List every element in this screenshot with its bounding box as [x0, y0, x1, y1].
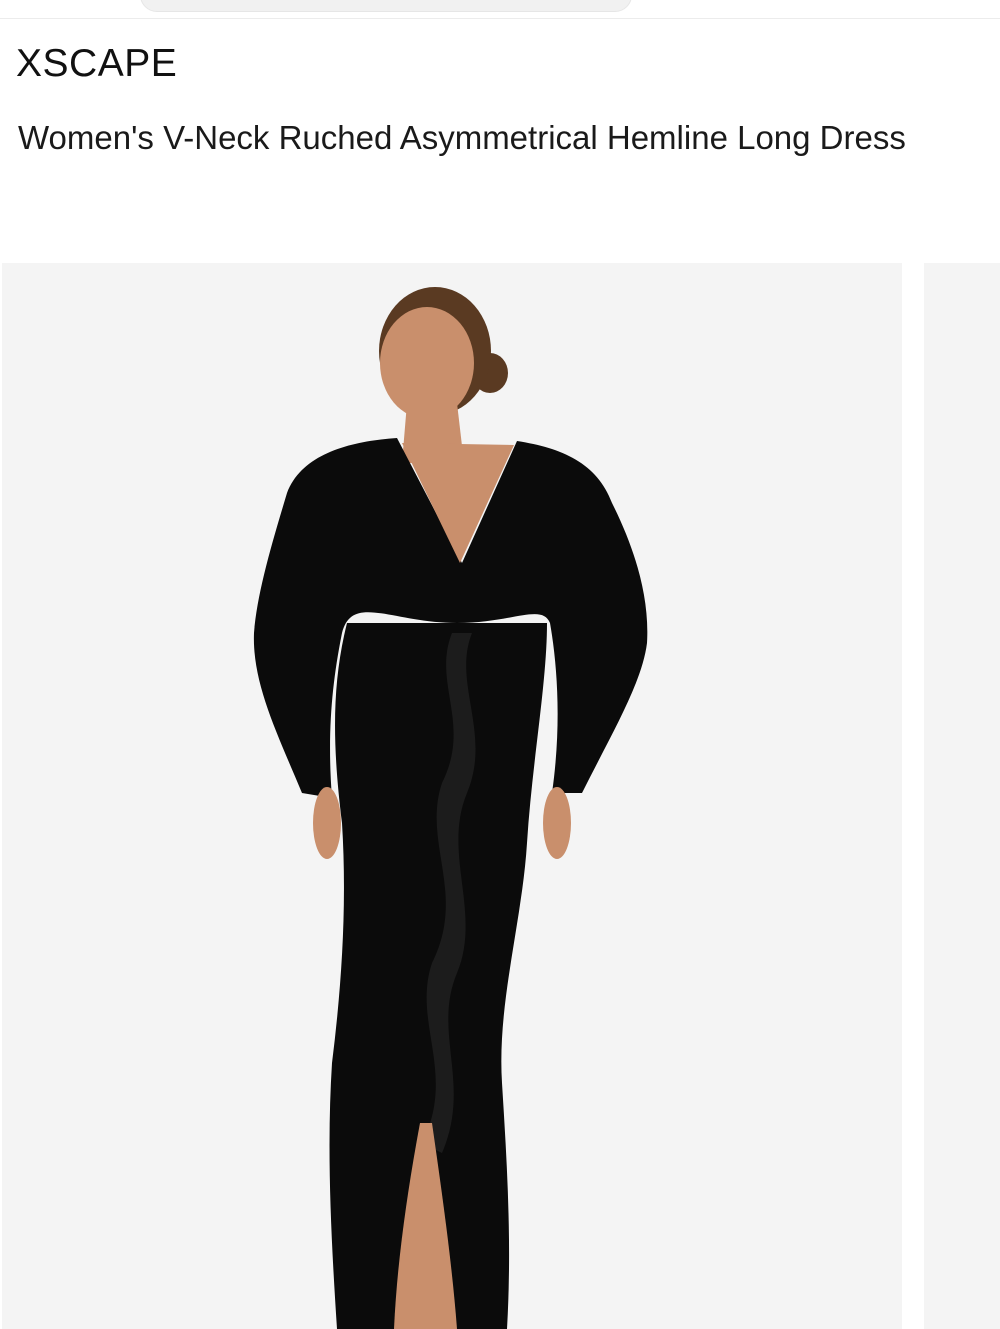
- search-bar[interactable]: [140, 0, 632, 12]
- product-image-main[interactable]: [2, 263, 902, 1329]
- product-image-next[interactable]: [924, 263, 1000, 1329]
- top-bar: [0, 0, 1000, 19]
- image-carousel[interactable]: [0, 263, 1000, 1329]
- product-page: XSCAPE Women's V-Neck Ruched Asymmetrica…: [0, 0, 1000, 1329]
- brand-name[interactable]: XSCAPE: [16, 42, 177, 86]
- product-photo-illustration: [2, 263, 902, 1329]
- product-title: Women's V-Neck Ruched Asymmetrical Hemli…: [18, 119, 906, 156]
